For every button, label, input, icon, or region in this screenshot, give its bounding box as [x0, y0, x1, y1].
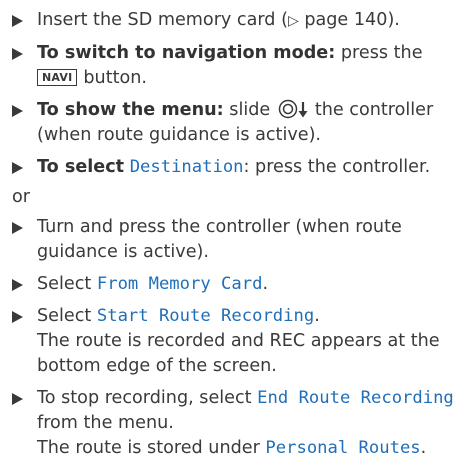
step-text-end: : press the controller. — [243, 157, 431, 177]
step-text-end: button. — [83, 68, 148, 88]
step-text: To stop recording, select — [37, 388, 252, 408]
step-turn-press-controller: Turn and press the controller (when rout… — [12, 215, 461, 265]
step-insert-sd-card: Insert the SD memory card (▷ page 140). — [12, 8, 461, 34]
page-reference: page 140 — [304, 10, 388, 30]
bullet-arrow-icon — [12, 311, 23, 323]
step-switch-navigation-mode: To switch to navigation mode: press the … — [12, 41, 461, 91]
step-select-from-memory-card: Select From Memory Card. — [12, 272, 461, 297]
menu-item-destination: Destination — [129, 157, 244, 177]
bullet-arrow-icon — [12, 393, 23, 405]
page-reference-triangle-icon: ▷ — [287, 13, 299, 29]
menu-item-start-route-recording: Start Route Recording — [96, 306, 315, 326]
step-end-route-recording: To stop recording, select End Route Reco… — [12, 386, 461, 457]
step-result: The route is recorded and REC appears at… — [37, 331, 440, 376]
step-heading: To switch to navigation mode: — [37, 43, 336, 63]
menu-item-end-route-recording: End Route Recording — [257, 388, 454, 408]
menu-item-personal-routes: Personal Routes — [265, 438, 421, 457]
bullet-arrow-icon — [12, 48, 23, 60]
step-text: Select — [37, 274, 92, 294]
step-text-end: ). — [387, 10, 400, 30]
step-heading: To show the menu: — [37, 100, 224, 120]
step-text: Insert the SD memory card ( — [37, 10, 288, 30]
navi-key-icon: NAVI — [37, 69, 78, 86]
bullet-arrow-icon — [12, 15, 23, 27]
step-text: press the — [340, 43, 423, 63]
step-text: slide — [229, 100, 271, 120]
step-heading: To select — [37, 157, 125, 177]
step-start-route-recording: Select Start Route Recording. The route … — [12, 304, 461, 379]
step-text: Turn and press the controller (when rout… — [37, 217, 402, 262]
step-text-end: . — [314, 306, 320, 326]
controller-slide-down-icon — [278, 99, 308, 119]
step-show-menu: To show the menu: slide the controller (… — [12, 98, 461, 148]
step-result: The route is stored under — [37, 438, 260, 457]
step-select-destination: To select Destination: press the control… — [12, 155, 461, 180]
step-text-end: from the menu. — [37, 413, 174, 433]
bullet-arrow-icon — [12, 105, 23, 117]
step-text-end: . — [262, 274, 269, 294]
menu-item-from-memory-card: From Memory Card — [96, 274, 263, 294]
bullet-arrow-icon — [12, 162, 23, 174]
instruction-page: Insert the SD memory card (▷ page 140). … — [0, 0, 471, 457]
bullet-arrow-icon — [12, 279, 23, 291]
step-result-end: . — [420, 438, 427, 457]
step-text: Select — [37, 306, 92, 326]
or-separator: or — [12, 187, 30, 207]
bullet-arrow-icon — [12, 222, 23, 234]
